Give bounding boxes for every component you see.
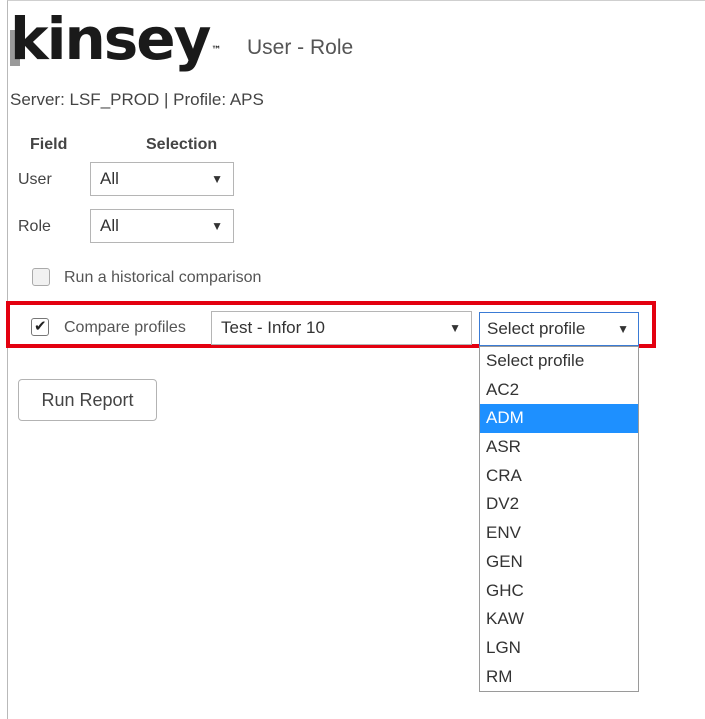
profile-option[interactable]: AC2 <box>480 376 638 405</box>
historical-comparison-checkbox[interactable] <box>32 268 50 286</box>
chevron-down-icon: ▼ <box>617 322 629 336</box>
profile-option[interactable]: Select profile <box>480 347 638 376</box>
role-label: Role <box>18 218 51 235</box>
run-report-button[interactable]: Run Report <box>18 379 157 421</box>
profile-option-selected[interactable]: ADM <box>480 404 638 434</box>
logo-text: kinsey <box>10 5 211 73</box>
role-select-value: All <box>100 216 119 235</box>
profile-option[interactable]: DV2 <box>480 490 638 519</box>
chevron-down-icon: ▼ <box>211 219 223 233</box>
profile-option[interactable]: LGN <box>480 634 638 663</box>
profile-option[interactable]: RM <box>480 663 638 692</box>
page-title: User - Role <box>247 36 354 59</box>
profile-option[interactable]: GEN <box>480 548 638 577</box>
compare-server-select[interactable]: Test - Infor 10 ▼ <box>211 311 472 345</box>
profile-option[interactable]: CRA <box>480 462 638 491</box>
chevron-down-icon: ▼ <box>211 172 223 186</box>
user-select-value: All <box>100 169 119 188</box>
kinsey-logo: kinsey ™ <box>10 4 221 74</box>
profile-select-value: Select profile <box>487 319 586 338</box>
profile-option[interactable]: ENV <box>480 519 638 548</box>
profile-option[interactable]: KAW <box>480 605 638 634</box>
compare-profiles-label: Compare profiles <box>64 319 186 336</box>
user-label: User <box>18 171 52 188</box>
compare-server-value: Test - Infor 10 <box>221 318 325 337</box>
compare-profiles-checkbox[interactable] <box>31 317 49 336</box>
selection-column-heading: Selection <box>146 136 218 153</box>
profile-select[interactable]: Select profile ▼ <box>479 312 639 346</box>
field-column-heading: Field <box>30 136 68 153</box>
chevron-down-icon: ▼ <box>449 321 461 335</box>
server-profile-info: Server: LSF_PROD | Profile: APS <box>10 90 264 109</box>
profile-option[interactable]: ASR <box>480 433 638 462</box>
profile-dropdown-list: Select profile AC2 ADM ASR CRA DV2 ENV G… <box>479 346 639 692</box>
user-select[interactable]: All ▼ <box>90 162 234 196</box>
profile-option[interactable]: GHC <box>480 577 638 606</box>
historical-comparison-label: Run a historical comparison <box>64 269 262 286</box>
trademark-symbol: ™ <box>211 45 222 56</box>
role-select[interactable]: All ▼ <box>90 209 234 243</box>
